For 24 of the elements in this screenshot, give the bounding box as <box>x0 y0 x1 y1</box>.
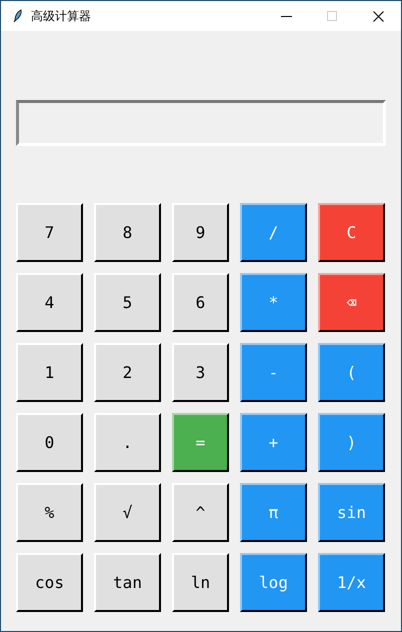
window-title: 高级计算器 <box>31 8 91 25</box>
key-button[interactable]: ^ <box>172 483 229 542</box>
key-button[interactable]: cos <box>16 553 83 612</box>
key-button[interactable]: tan <box>94 553 161 612</box>
key-button[interactable]: 2 <box>94 343 161 402</box>
key-button[interactable]: 1 <box>16 343 83 402</box>
key-button[interactable]: 0 <box>16 413 83 472</box>
key-button[interactable]: 9 <box>172 203 229 262</box>
display-field[interactable] <box>16 100 386 146</box>
key-button[interactable]: . <box>94 413 161 472</box>
key-button[interactable]: 5 <box>94 273 161 332</box>
clear-button[interactable]: C <box>318 203 385 262</box>
key-button[interactable]: ln <box>172 553 229 612</box>
key-button[interactable]: 3 <box>172 343 229 402</box>
key-button[interactable]: 4 <box>16 273 83 332</box>
key-button[interactable]: √ <box>94 483 161 542</box>
key-button[interactable]: 7 <box>16 203 83 262</box>
close-icon <box>372 10 384 22</box>
clear-button[interactable]: ⌫ <box>318 273 385 332</box>
key-button[interactable]: % <box>16 483 83 542</box>
key-button[interactable]: 6 <box>172 273 229 332</box>
key-button[interactable]: 8 <box>94 203 161 262</box>
maximize-icon <box>327 11 337 21</box>
feather-icon <box>13 9 23 23</box>
